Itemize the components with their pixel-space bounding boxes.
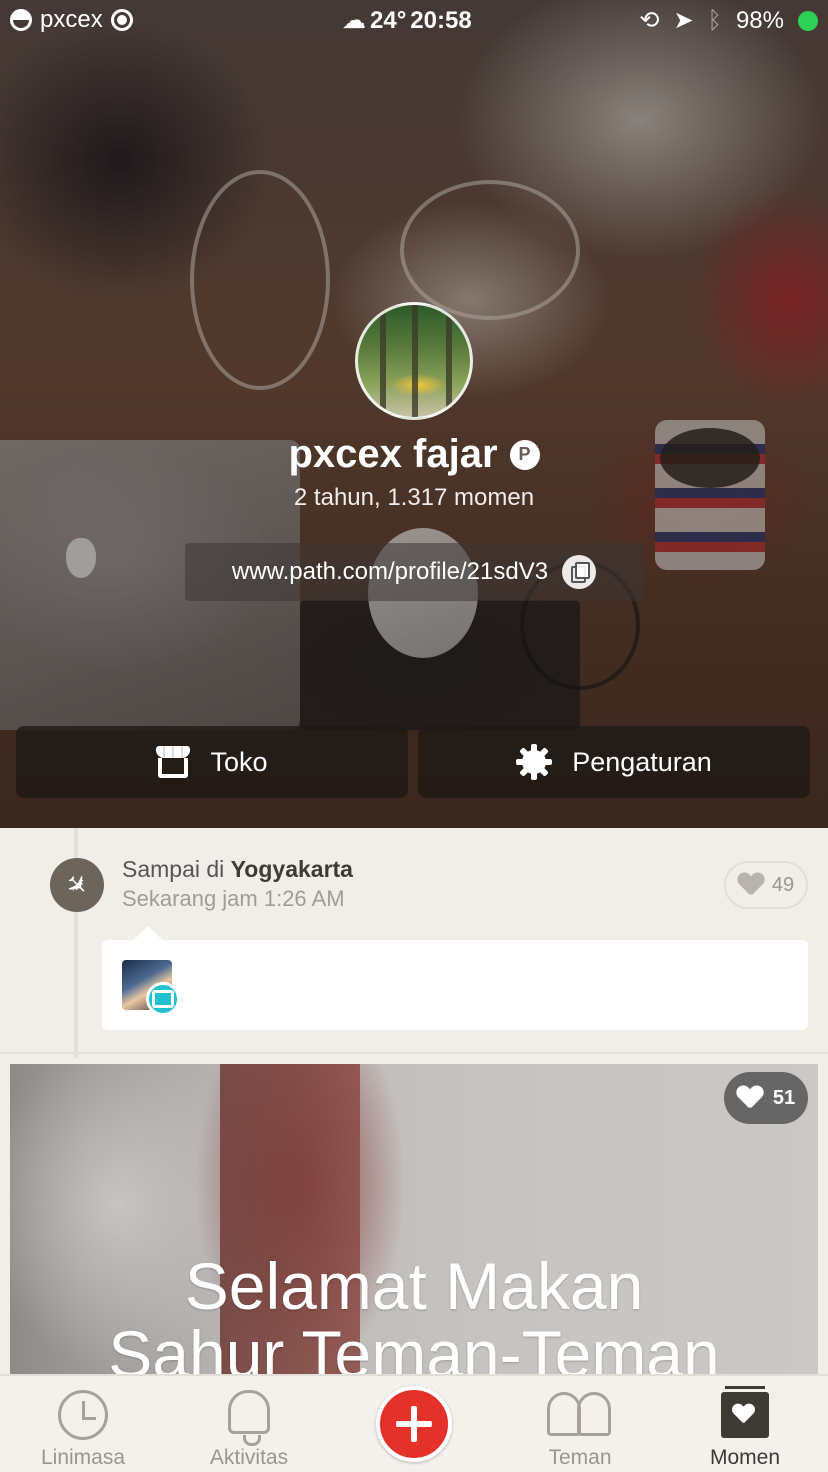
- checkin-title[interactable]: Sampai di Yogyakarta: [122, 856, 353, 883]
- profile-stats: 2 tahun, 1.317 momen: [293, 484, 535, 511]
- photo-caption-line1: Selamat Makan: [184, 1249, 644, 1323]
- avatar-tree: [446, 305, 452, 417]
- tab-teman[interactable]: Teman: [497, 1376, 663, 1472]
- shop-button[interactable]: Toko: [16, 726, 408, 798]
- profile-url-box[interactable]: www.path.com/profile/21sdV3: [185, 543, 643, 601]
- avatar-tree: [412, 305, 418, 417]
- checkin-prefix: Sampai di: [122, 856, 225, 882]
- photo-caption: Selamat Makan Sahur Teman-Teman: [10, 1252, 818, 1374]
- clock-time: 20:58: [410, 6, 472, 34]
- tab-label: Aktivitas: [209, 1446, 289, 1469]
- checkin-card[interactable]: [102, 940, 808, 1030]
- photo-like-count: 51: [772, 1086, 796, 1109]
- checkin-place: Yogyakarta: [230, 856, 353, 882]
- shop-label: Toko: [210, 746, 268, 777]
- signal-icon: [10, 9, 32, 31]
- clock-icon: [58, 1390, 108, 1440]
- tab-bar: Linimasa Aktivitas Teman Momen: [0, 1374, 828, 1472]
- status-bar: pxcex ☁ 24° 20:58 ⟲ ➤ ᛒ 98%: [0, 0, 828, 40]
- status-center: ☁ 24° 20:58: [342, 6, 472, 35]
- shop-icon: [156, 746, 191, 778]
- profile-name-row: pxcex fajar P: [0, 432, 828, 477]
- checkin-subtitle: Sekarang jam 1:26 AM: [122, 886, 345, 911]
- gear-icon: [516, 744, 553, 780]
- airplane-icon: ✈: [50, 858, 104, 912]
- checkin-like-count: 49: [771, 873, 795, 896]
- tab-label: Teman: [548, 1446, 612, 1469]
- divider: [0, 1052, 828, 1054]
- tab-momen[interactable]: Momen: [662, 1376, 828, 1472]
- tab-aktivitas[interactable]: Aktivitas: [166, 1376, 332, 1472]
- status-right: ⟲ ➤ ᛒ 98%: [639, 6, 818, 35]
- camera-icon: [146, 982, 180, 1016]
- copy-icon[interactable]: [562, 555, 597, 589]
- checkin-like-button[interactable]: 49: [724, 861, 808, 909]
- photo-moment[interactable]: Selamat Makan Sahur Teman-Teman 51: [10, 1064, 818, 1374]
- moments-icon: [721, 1386, 769, 1438]
- cloud-icon: ☁: [342, 7, 366, 34]
- avatar[interactable]: [355, 302, 473, 420]
- tab-linimasa[interactable]: Linimasa: [0, 1376, 166, 1472]
- status-left: pxcex: [10, 6, 133, 34]
- wifi-icon: [110, 9, 133, 31]
- photo-caption-line2: Sahur Teman-Teman: [108, 1317, 720, 1374]
- avatar-tree: [380, 305, 386, 417]
- battery-percent: 98%: [735, 6, 784, 34]
- friends-icon: [543, 1392, 617, 1438]
- photo-like-button[interactable]: 51: [724, 1072, 808, 1124]
- moments-feed[interactable]: ✈ Sampai di Yogyakarta Sekarang jam 1:26…: [0, 828, 828, 1374]
- battery-icon: [798, 10, 818, 31]
- heart-icon: [738, 873, 764, 897]
- rotation-lock-icon: ⟲: [639, 7, 660, 34]
- carrier-name: pxcex: [40, 6, 103, 33]
- verified-badge-icon: P: [509, 439, 540, 470]
- tab-label: Momen: [709, 1446, 781, 1469]
- weather-temp: 24°: [370, 6, 407, 34]
- profile-cover[interactable]: pxcex ☁ 24° 20:58 ⟲ ➤ ᛒ 98% pxcex fajar …: [0, 0, 828, 828]
- profile-url: www.path.com/profile/21sdV3: [231, 558, 549, 585]
- location-icon: ➤: [673, 7, 694, 34]
- settings-label: Pengaturan: [572, 746, 712, 777]
- heart-icon: [737, 1086, 763, 1110]
- tab-label: Linimasa: [40, 1446, 126, 1469]
- add-moment-button[interactable]: [376, 1386, 452, 1462]
- bluetooth-icon: ᛒ: [707, 6, 722, 34]
- settings-button[interactable]: Pengaturan: [418, 726, 810, 798]
- profile-name: pxcex fajar: [288, 432, 498, 476]
- bell-icon: [228, 1390, 270, 1446]
